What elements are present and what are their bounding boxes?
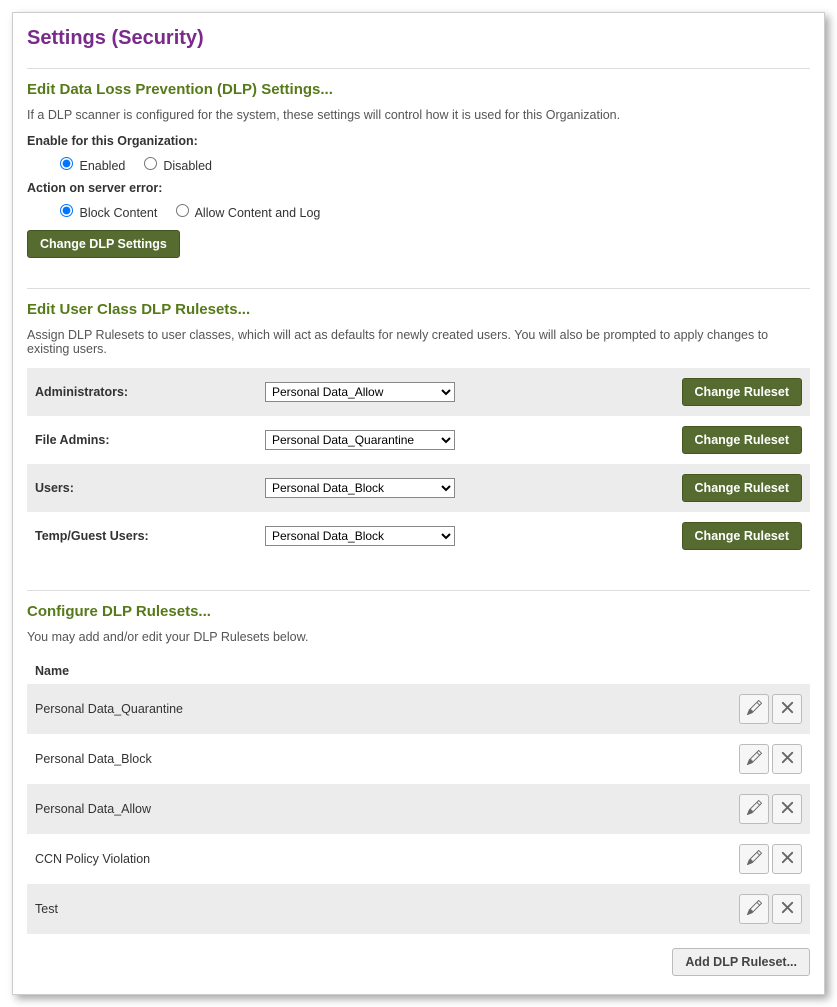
ruleset-select[interactable]: Personal Data_AllowPersonal Data_Quarant… — [265, 478, 455, 498]
add-dlp-ruleset-button[interactable]: Add DLP Ruleset... — [672, 948, 810, 976]
disabled-radio[interactable] — [144, 157, 157, 170]
enabled-radio[interactable] — [60, 157, 73, 170]
user-class-select-cell: Personal Data_AllowPersonal Data_Quarant… — [257, 416, 670, 464]
divider — [27, 288, 810, 289]
user-class-action-cell: Change Ruleset — [670, 416, 810, 464]
ruleset-select[interactable]: Personal Data_AllowPersonal Data_Quarant… — [265, 430, 455, 450]
edit-ruleset-button[interactable] — [739, 794, 769, 824]
configure-rulesets-heading: Configure DLP Rulesets... — [27, 603, 810, 620]
block-radio-text: Block Content — [79, 206, 157, 220]
user-class-label: Temp/Guest Users: — [27, 512, 257, 560]
change-ruleset-button[interactable]: Change Ruleset — [682, 522, 802, 550]
delete-ruleset-button[interactable] — [772, 894, 802, 924]
pencil-icon — [747, 900, 762, 918]
allow-radio[interactable] — [176, 204, 189, 217]
block-radio-label[interactable]: Block Content — [55, 206, 161, 220]
delete-ruleset-button[interactable] — [772, 694, 802, 724]
close-icon — [780, 800, 795, 818]
edit-ruleset-button[interactable] — [739, 744, 769, 774]
edit-ruleset-button[interactable] — [739, 694, 769, 724]
ruleset-select[interactable]: Personal Data_AllowPersonal Data_Quarant… — [265, 526, 455, 546]
action-error-label: Action on server error: — [27, 181, 810, 195]
ruleset-name: Test — [27, 884, 720, 934]
user-class-description: Assign DLP Rulesets to user classes, whi… — [27, 328, 810, 356]
user-class-action-cell: Change Ruleset — [670, 368, 810, 416]
ruleset-row: Personal Data_Allow — [27, 784, 810, 834]
delete-ruleset-button[interactable] — [772, 744, 802, 774]
user-class-select-cell: Personal Data_AllowPersonal Data_Quarant… — [257, 512, 670, 560]
divider — [27, 68, 810, 69]
ruleset-actions — [720, 884, 810, 934]
configure-rulesets-description: You may add and/or edit your DLP Ruleset… — [27, 630, 810, 644]
block-radio[interactable] — [60, 204, 73, 217]
ruleset-select[interactable]: Personal Data_AllowPersonal Data_Quarant… — [265, 382, 455, 402]
change-ruleset-button[interactable]: Change Ruleset — [682, 426, 802, 454]
ruleset-actions — [720, 834, 810, 884]
ruleset-row: Personal Data_Block — [27, 734, 810, 784]
user-class-label: Administrators: — [27, 368, 257, 416]
enabled-radio-text: Enabled — [79, 159, 125, 173]
user-class-action-cell: Change Ruleset — [670, 464, 810, 512]
delete-ruleset-button[interactable] — [772, 844, 802, 874]
disabled-radio-label[interactable]: Disabled — [139, 159, 212, 173]
dlp-settings-description: If a DLP scanner is configured for the s… — [27, 108, 810, 122]
user-class-label: File Admins: — [27, 416, 257, 464]
page-title: Settings (Security) — [27, 27, 810, 50]
ruleset-name: Personal Data_Allow — [27, 784, 720, 834]
edit-ruleset-button[interactable] — [739, 894, 769, 924]
dlp-settings-heading: Edit Data Loss Prevention (DLP) Settings… — [27, 81, 810, 98]
pencil-icon — [747, 750, 762, 768]
ruleset-name: CCN Policy Violation — [27, 834, 720, 884]
change-ruleset-button[interactable]: Change Ruleset — [682, 378, 802, 406]
close-icon — [780, 700, 795, 718]
user-class-row: Users: Personal Data_AllowPersonal Data_Q… — [27, 464, 810, 512]
user-class-row: Administrators: Personal Data_AllowPerson… — [27, 368, 810, 416]
ruleset-name: Personal Data_Quarantine — [27, 684, 720, 734]
ruleset-name-header: Name — [27, 656, 810, 684]
ruleset-row: CCN Policy Violation — [27, 834, 810, 884]
divider — [27, 590, 810, 591]
user-class-table: Administrators: Personal Data_AllowPerson… — [27, 368, 810, 560]
user-class-row: File Admins: Personal Data_AllowPersonal … — [27, 416, 810, 464]
allow-radio-label[interactable]: Allow Content and Log — [171, 206, 321, 220]
ruleset-name: Personal Data_Block — [27, 734, 720, 784]
ruleset-row: Test — [27, 884, 810, 934]
user-class-action-cell: Change Ruleset — [670, 512, 810, 560]
close-icon — [780, 750, 795, 768]
user-class-select-cell: Personal Data_AllowPersonal Data_Quarant… — [257, 464, 670, 512]
ruleset-actions — [720, 684, 810, 734]
change-ruleset-button[interactable]: Change Ruleset — [682, 474, 802, 502]
enable-org-radio-group: Enabled Disabled — [55, 154, 810, 173]
pencil-icon — [747, 800, 762, 818]
disabled-radio-text: Disabled — [163, 159, 212, 173]
pencil-icon — [747, 850, 762, 868]
user-class-select-cell: Personal Data_AllowPersonal Data_Quarant… — [257, 368, 670, 416]
ruleset-row: Personal Data_Quarantine — [27, 684, 810, 734]
enabled-radio-label[interactable]: Enabled — [55, 159, 129, 173]
close-icon — [780, 850, 795, 868]
ruleset-actions — [720, 734, 810, 784]
action-error-radio-group: Block Content Allow Content and Log — [55, 201, 810, 220]
edit-ruleset-button[interactable] — [739, 844, 769, 874]
delete-ruleset-button[interactable] — [772, 794, 802, 824]
pencil-icon — [747, 700, 762, 718]
user-class-label: Users: — [27, 464, 257, 512]
close-icon — [780, 900, 795, 918]
user-class-heading: Edit User Class DLP Rulesets... — [27, 301, 810, 318]
ruleset-actions — [720, 784, 810, 834]
change-dlp-settings-button[interactable]: Change DLP Settings — [27, 230, 180, 258]
enable-org-label: Enable for this Organization: — [27, 134, 810, 148]
settings-panel: Settings (Security) Edit Data Loss Preve… — [12, 12, 825, 995]
allow-radio-text: Allow Content and Log — [195, 206, 321, 220]
ruleset-list-table: Personal Data_QuarantinePersonal Data_Bl… — [27, 684, 810, 934]
user-class-row: Temp/Guest Users: Personal Data_AllowPers… — [27, 512, 810, 560]
